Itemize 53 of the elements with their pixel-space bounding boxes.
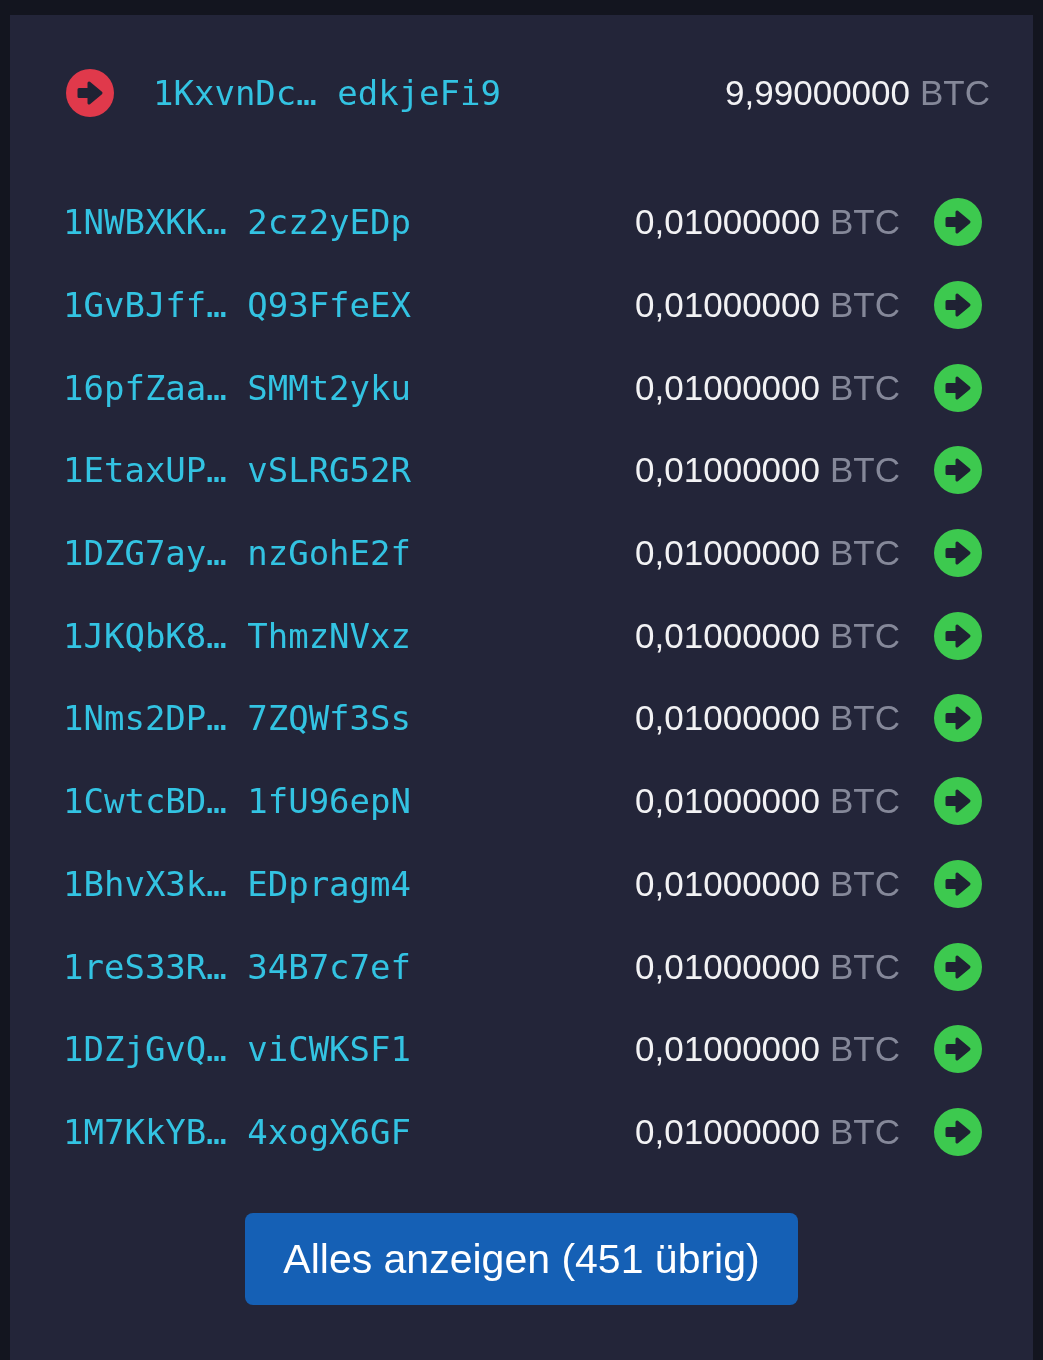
- currency-unit: BTC: [830, 1111, 900, 1152]
- currency-unit: BTC: [830, 946, 900, 987]
- amount-text: 0,01000000: [635, 1111, 820, 1152]
- amount-text: 0,01000000: [635, 615, 820, 656]
- arrow-circle-icon[interactable]: [934, 694, 982, 743]
- arrow-circle-icon[interactable]: [934, 529, 982, 578]
- arrow-circle-icon[interactable]: [934, 363, 982, 412]
- arrow-circle-icon[interactable]: [934, 1107, 982, 1156]
- address-link[interactable]: 1EtaxUP… vSLRG52R: [63, 450, 411, 491]
- currency-unit: BTC: [830, 285, 900, 326]
- amount-text: 9,99000000: [725, 73, 910, 113]
- amount-text: 0,01000000: [635, 863, 820, 904]
- address-link[interactable]: 1reS33R… 34B7c7ef: [63, 946, 411, 987]
- address-link[interactable]: 1DZjGvQ… viCWKSF1: [63, 1029, 411, 1070]
- address-link[interactable]: 16pfZaa… SMMt2yku: [63, 367, 411, 408]
- address-link[interactable]: 1KxvnDc… edkjeFi9: [153, 73, 501, 113]
- arrow-circle-icon[interactable]: [934, 859, 982, 908]
- arrow-circle-icon[interactable]: [934, 942, 982, 991]
- currency-unit: BTC: [830, 615, 900, 656]
- address-link[interactable]: 1CwtcBD… 1fU96epN: [63, 781, 411, 822]
- currency-unit: BTC: [830, 781, 900, 822]
- address-link[interactable]: 1JKQbK8… ThmzNVxz: [63, 615, 411, 656]
- amount-text: 0,01000000: [635, 450, 820, 491]
- address-link[interactable]: 1BhvX3k… EDpragm4: [63, 863, 411, 904]
- arrow-circle-icon[interactable]: [934, 777, 982, 826]
- arrow-circle-icon[interactable]: [66, 69, 114, 117]
- address-link[interactable]: 1GvBJff… Q93FfeEX: [63, 285, 411, 326]
- currency-unit: BTC: [830, 533, 900, 574]
- currency-unit: BTC: [830, 450, 900, 491]
- amount-text: 0,01000000: [635, 367, 820, 408]
- address-link[interactable]: 1NWBXKK… 2cz2yEDp: [63, 202, 411, 243]
- amount-text: 0,01000000: [635, 946, 820, 987]
- currency-unit: BTC: [830, 1029, 900, 1070]
- address-link[interactable]: 1DZG7ay… nzGohE2f: [63, 533, 411, 574]
- amount-text: 0,01000000: [635, 285, 820, 326]
- arrow-circle-icon[interactable]: [934, 611, 982, 660]
- currency-unit: BTC: [830, 367, 900, 408]
- currency-unit: BTC: [830, 698, 900, 739]
- currency-unit: BTC: [920, 73, 990, 113]
- amount-text: 0,01000000: [635, 698, 820, 739]
- amount-text: 0,01000000: [635, 533, 820, 574]
- arrow-circle-icon[interactable]: [934, 1025, 982, 1074]
- currency-unit: BTC: [830, 863, 900, 904]
- arrow-circle-icon[interactable]: [934, 446, 982, 495]
- address-link[interactable]: 1M7KkYB… 4xogX6GF: [63, 1111, 411, 1152]
- amount-text: 0,01000000: [635, 1029, 820, 1070]
- amount-text: 0,01000000: [635, 781, 820, 822]
- address-link[interactable]: 1Nms2DP… 7ZQWf3Ss: [63, 698, 411, 739]
- amount-text: 0,01000000: [635, 202, 820, 243]
- show-all-button[interactable]: Alles anzeigen (451 übrig): [245, 1213, 798, 1306]
- arrow-circle-icon[interactable]: [934, 281, 982, 330]
- currency-unit: BTC: [830, 202, 900, 243]
- arrow-circle-icon[interactable]: [934, 198, 982, 247]
